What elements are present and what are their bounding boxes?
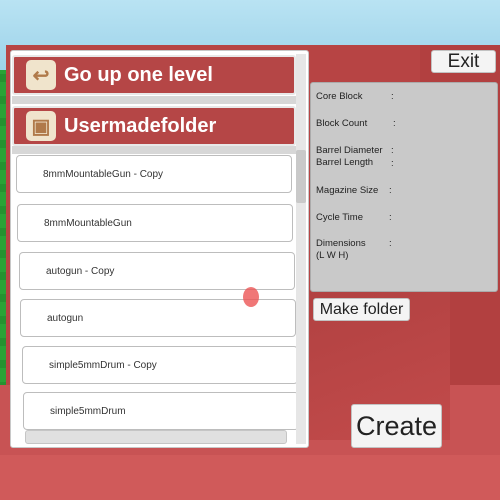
core-block-label: Core Block bbox=[316, 91, 363, 102]
go-up-label: Go up one level bbox=[64, 63, 213, 86]
cursor-marker bbox=[243, 287, 259, 307]
magazine-size-label: Magazine Size bbox=[316, 185, 379, 196]
file-item-label: simple5mmDrum bbox=[50, 405, 126, 417]
file-item[interactable]: 8mmMountableGun - Copy bbox=[16, 155, 292, 193]
room-floor-edge bbox=[0, 455, 500, 500]
list-separator bbox=[12, 146, 296, 154]
block-count-label: Block Count bbox=[316, 118, 368, 129]
vertical-scroll-thumb[interactable] bbox=[296, 150, 306, 203]
info-colon: : bbox=[389, 185, 392, 196]
block-info-panel: Core Block : Block Count : Barrel Diamet… bbox=[310, 82, 498, 292]
file-item-label: 8mmMountableGun bbox=[44, 217, 132, 229]
info-colon: : bbox=[391, 145, 394, 156]
folder-icon: ▣ bbox=[26, 111, 56, 141]
file-item-label: 8mmMountableGun - Copy bbox=[43, 168, 164, 180]
file-item-label: simple5mmDrum - Copy bbox=[49, 359, 157, 371]
file-item[interactable]: simple5mmDrum bbox=[23, 392, 299, 430]
make-folder-button[interactable]: Make folder bbox=[313, 298, 410, 321]
info-colon: : bbox=[393, 118, 396, 129]
info-colon: : bbox=[389, 238, 392, 249]
barrel-length-label: Barrel Length bbox=[316, 157, 374, 168]
vertical-scrollbar[interactable] bbox=[296, 54, 306, 444]
info-colon: : bbox=[391, 158, 394, 169]
horizontal-scrollbar[interactable] bbox=[25, 430, 287, 444]
info-colon: : bbox=[389, 212, 392, 223]
barrel-diameter-label: Barrel Diameter bbox=[316, 145, 383, 156]
dimensions-sub-label: (L W H) bbox=[316, 250, 349, 261]
folder-label: Usermadefolder bbox=[64, 114, 217, 137]
info-colon: : bbox=[391, 91, 394, 102]
create-button[interactable]: Create bbox=[351, 404, 442, 448]
file-item-label: autogun - Copy bbox=[46, 265, 115, 277]
go-up-button[interactable]: ↩ Go up one level bbox=[12, 55, 296, 95]
list-separator bbox=[12, 96, 296, 104]
dimensions-label: Dimensions bbox=[316, 238, 366, 249]
exit-button[interactable]: Exit bbox=[431, 50, 496, 73]
file-item[interactable]: autogun - Copy bbox=[19, 252, 295, 290]
cycle-time-label: Cycle Time bbox=[316, 212, 363, 223]
file-item-label: autogun bbox=[47, 312, 84, 324]
folder-usermadefolder-button[interactable]: ▣ Usermadefolder bbox=[12, 106, 296, 146]
return-arrow-icon: ↩ bbox=[26, 60, 56, 90]
file-item[interactable]: simple5mmDrum - Copy bbox=[22, 346, 298, 384]
file-item[interactable]: 8mmMountableGun bbox=[17, 204, 293, 242]
